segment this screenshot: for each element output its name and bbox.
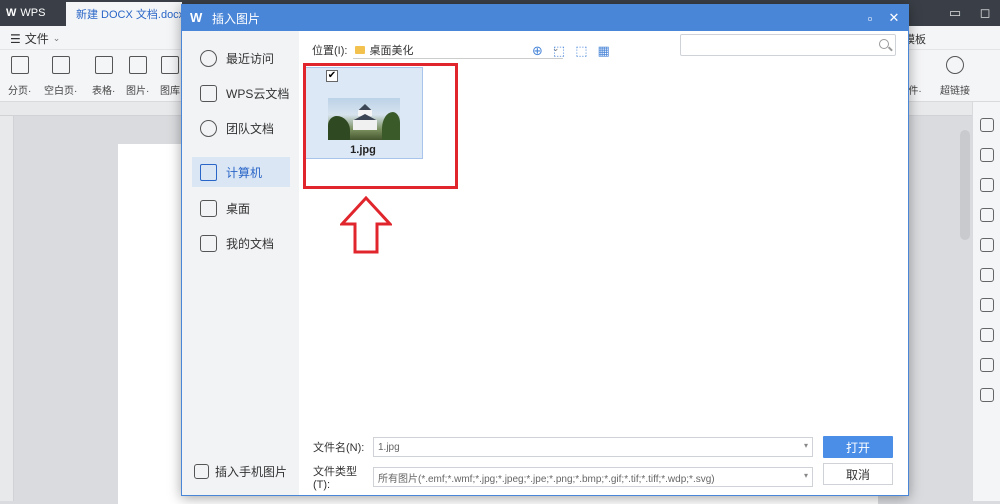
- chevron-down-icon: ▾: [803, 441, 808, 450]
- my-docs-icon: [200, 234, 217, 252]
- file-menu[interactable]: ☰ 文件 ⌄: [10, 30, 60, 47]
- dialog-footer: 文件名(N): 1.jpg ▾ 文件类型(T): 所有图片(*.emf;*.wm…: [299, 431, 909, 495]
- sidebar-item-computer[interactable]: 计算机: [192, 157, 290, 187]
- history-icon[interactable]: [979, 358, 994, 372]
- hyperlink-icon: [946, 56, 964, 74]
- share-icon[interactable]: [979, 298, 994, 312]
- computer-icon: [200, 163, 217, 181]
- sidebar-item-my-docs[interactable]: 我的文档: [192, 228, 290, 258]
- adjust-icon[interactable]: [979, 208, 994, 222]
- ruler-vertical: [0, 116, 14, 501]
- filename-row: 文件名(N): 1.jpg ▾: [313, 437, 813, 457]
- wps-logo-icon: W: [6, 7, 17, 19]
- filetype-label: 文件类型(T):: [313, 466, 357, 491]
- hyperlink-button[interactable]: 超链接: [940, 56, 970, 97]
- sidebar-item-recent[interactable]: 最近访问: [192, 43, 290, 73]
- picture-button[interactable]: 图片·: [126, 56, 149, 97]
- window-controls: ▭ ◻: [940, 0, 1000, 26]
- gallery-button[interactable]: 图库: [160, 56, 180, 97]
- clock-icon: [200, 49, 217, 67]
- table-icon: [94, 56, 113, 74]
- highlight-box: [303, 63, 458, 189]
- dialog-titlebar: W 插入图片 ▫ ✕: [182, 5, 908, 31]
- filename-label: 文件名(N):: [313, 442, 365, 454]
- location-label: 位置(I):: [312, 45, 348, 57]
- up-arrow-annotation: [340, 196, 392, 254]
- search-icon[interactable]: [879, 39, 889, 49]
- wps-logo-icon: W: [190, 10, 203, 25]
- menu-icon: ☰: [10, 31, 21, 46]
- dialog-title: 插入图片: [212, 11, 261, 26]
- vertical-scrollbar[interactable]: [960, 130, 970, 240]
- view-mode-icon[interactable]: ▦: [598, 43, 610, 59]
- open-button[interactable]: 打开: [823, 436, 893, 458]
- cloud-doc-icon: [200, 84, 217, 102]
- insert-phone-picture-button[interactable]: 插入手机图片: [194, 463, 287, 480]
- pen-icon[interactable]: [979, 118, 994, 132]
- table-button[interactable]: 表格·: [92, 56, 115, 97]
- archive-icon[interactable]: [979, 328, 994, 342]
- team-icon: [200, 119, 217, 137]
- tab-wps-label: WPS: [20, 7, 46, 19]
- gallery-icon: [161, 56, 179, 74]
- chevron-down-icon: ▾: [803, 471, 808, 480]
- filename-field[interactable]: 1.jpg ▾: [373, 437, 813, 457]
- location-tools: ⊕ ⬚ ⬚ ▦: [532, 43, 610, 59]
- right-side-panel: [972, 102, 1000, 501]
- page-break-button[interactable]: 分页·: [8, 56, 31, 97]
- help-icon[interactable]: [979, 388, 994, 402]
- cursor-icon[interactable]: [979, 148, 994, 162]
- desktop-icon: [200, 199, 217, 217]
- new-folder-icon[interactable]: ⬚: [575, 43, 587, 59]
- search-input[interactable]: [681, 35, 871, 55]
- sidebar-item-team-docs[interactable]: 团队文档: [192, 113, 290, 143]
- phone-picture-icon: [194, 464, 209, 479]
- up-folder-icon[interactable]: ⬚: [553, 43, 565, 59]
- blank-page-icon: [51, 56, 70, 74]
- tab-document[interactable]: 新建 DOCX 文档.docx: [66, 2, 182, 26]
- tab-wps[interactable]: W WPS: [0, 0, 66, 26]
- cancel-button[interactable]: 取消: [823, 463, 893, 485]
- folder-icon: [355, 45, 366, 54]
- maximize-icon[interactable]: ◻: [970, 0, 1000, 26]
- filetype-dropdown[interactable]: 所有图片(*.emf;*.wmf;*.jpg;*.jpeg;*.jpe;*.pn…: [373, 467, 813, 487]
- file-menu-label: 文件: [24, 32, 49, 46]
- sidebar-item-desktop[interactable]: 桌面: [192, 193, 290, 223]
- minimize-icon[interactable]: ▭: [940, 0, 970, 26]
- picture-icon: [128, 56, 147, 74]
- tab-document-label: 新建 DOCX 文档.docx: [76, 9, 182, 21]
- search-field[interactable]: [680, 34, 896, 56]
- sidebar-item-wps-cloud[interactable]: WPS云文档: [192, 78, 290, 108]
- page-break-icon: [10, 56, 29, 74]
- blank-page-button[interactable]: 空白页·: [44, 56, 77, 97]
- star-icon[interactable]: [979, 268, 994, 282]
- insert-picture-dialog: W 插入图片 ▫ ✕ 最近访问 WPS云文档 团队文档 计算机 桌面 我的文档 …: [181, 4, 909, 496]
- dialog-sidebar: 最近访问 WPS云文档 团队文档 计算机 桌面 我的文档: [182, 31, 299, 495]
- shape-icon[interactable]: [979, 178, 994, 192]
- chevron-down-icon: ⌄: [52, 33, 61, 43]
- image-panel-icon[interactable]: [979, 238, 994, 252]
- maximize-icon[interactable]: ▫: [862, 10, 878, 26]
- location-bar: 位置(I): 桌面美化 ⌄: [312, 41, 564, 59]
- filetype-row: 文件类型(T): 所有图片(*.emf;*.wmf;*.jpg;*.jpeg;*…: [313, 463, 813, 491]
- back-icon[interactable]: ⊕: [532, 43, 543, 59]
- close-icon[interactable]: ✕: [886, 10, 902, 26]
